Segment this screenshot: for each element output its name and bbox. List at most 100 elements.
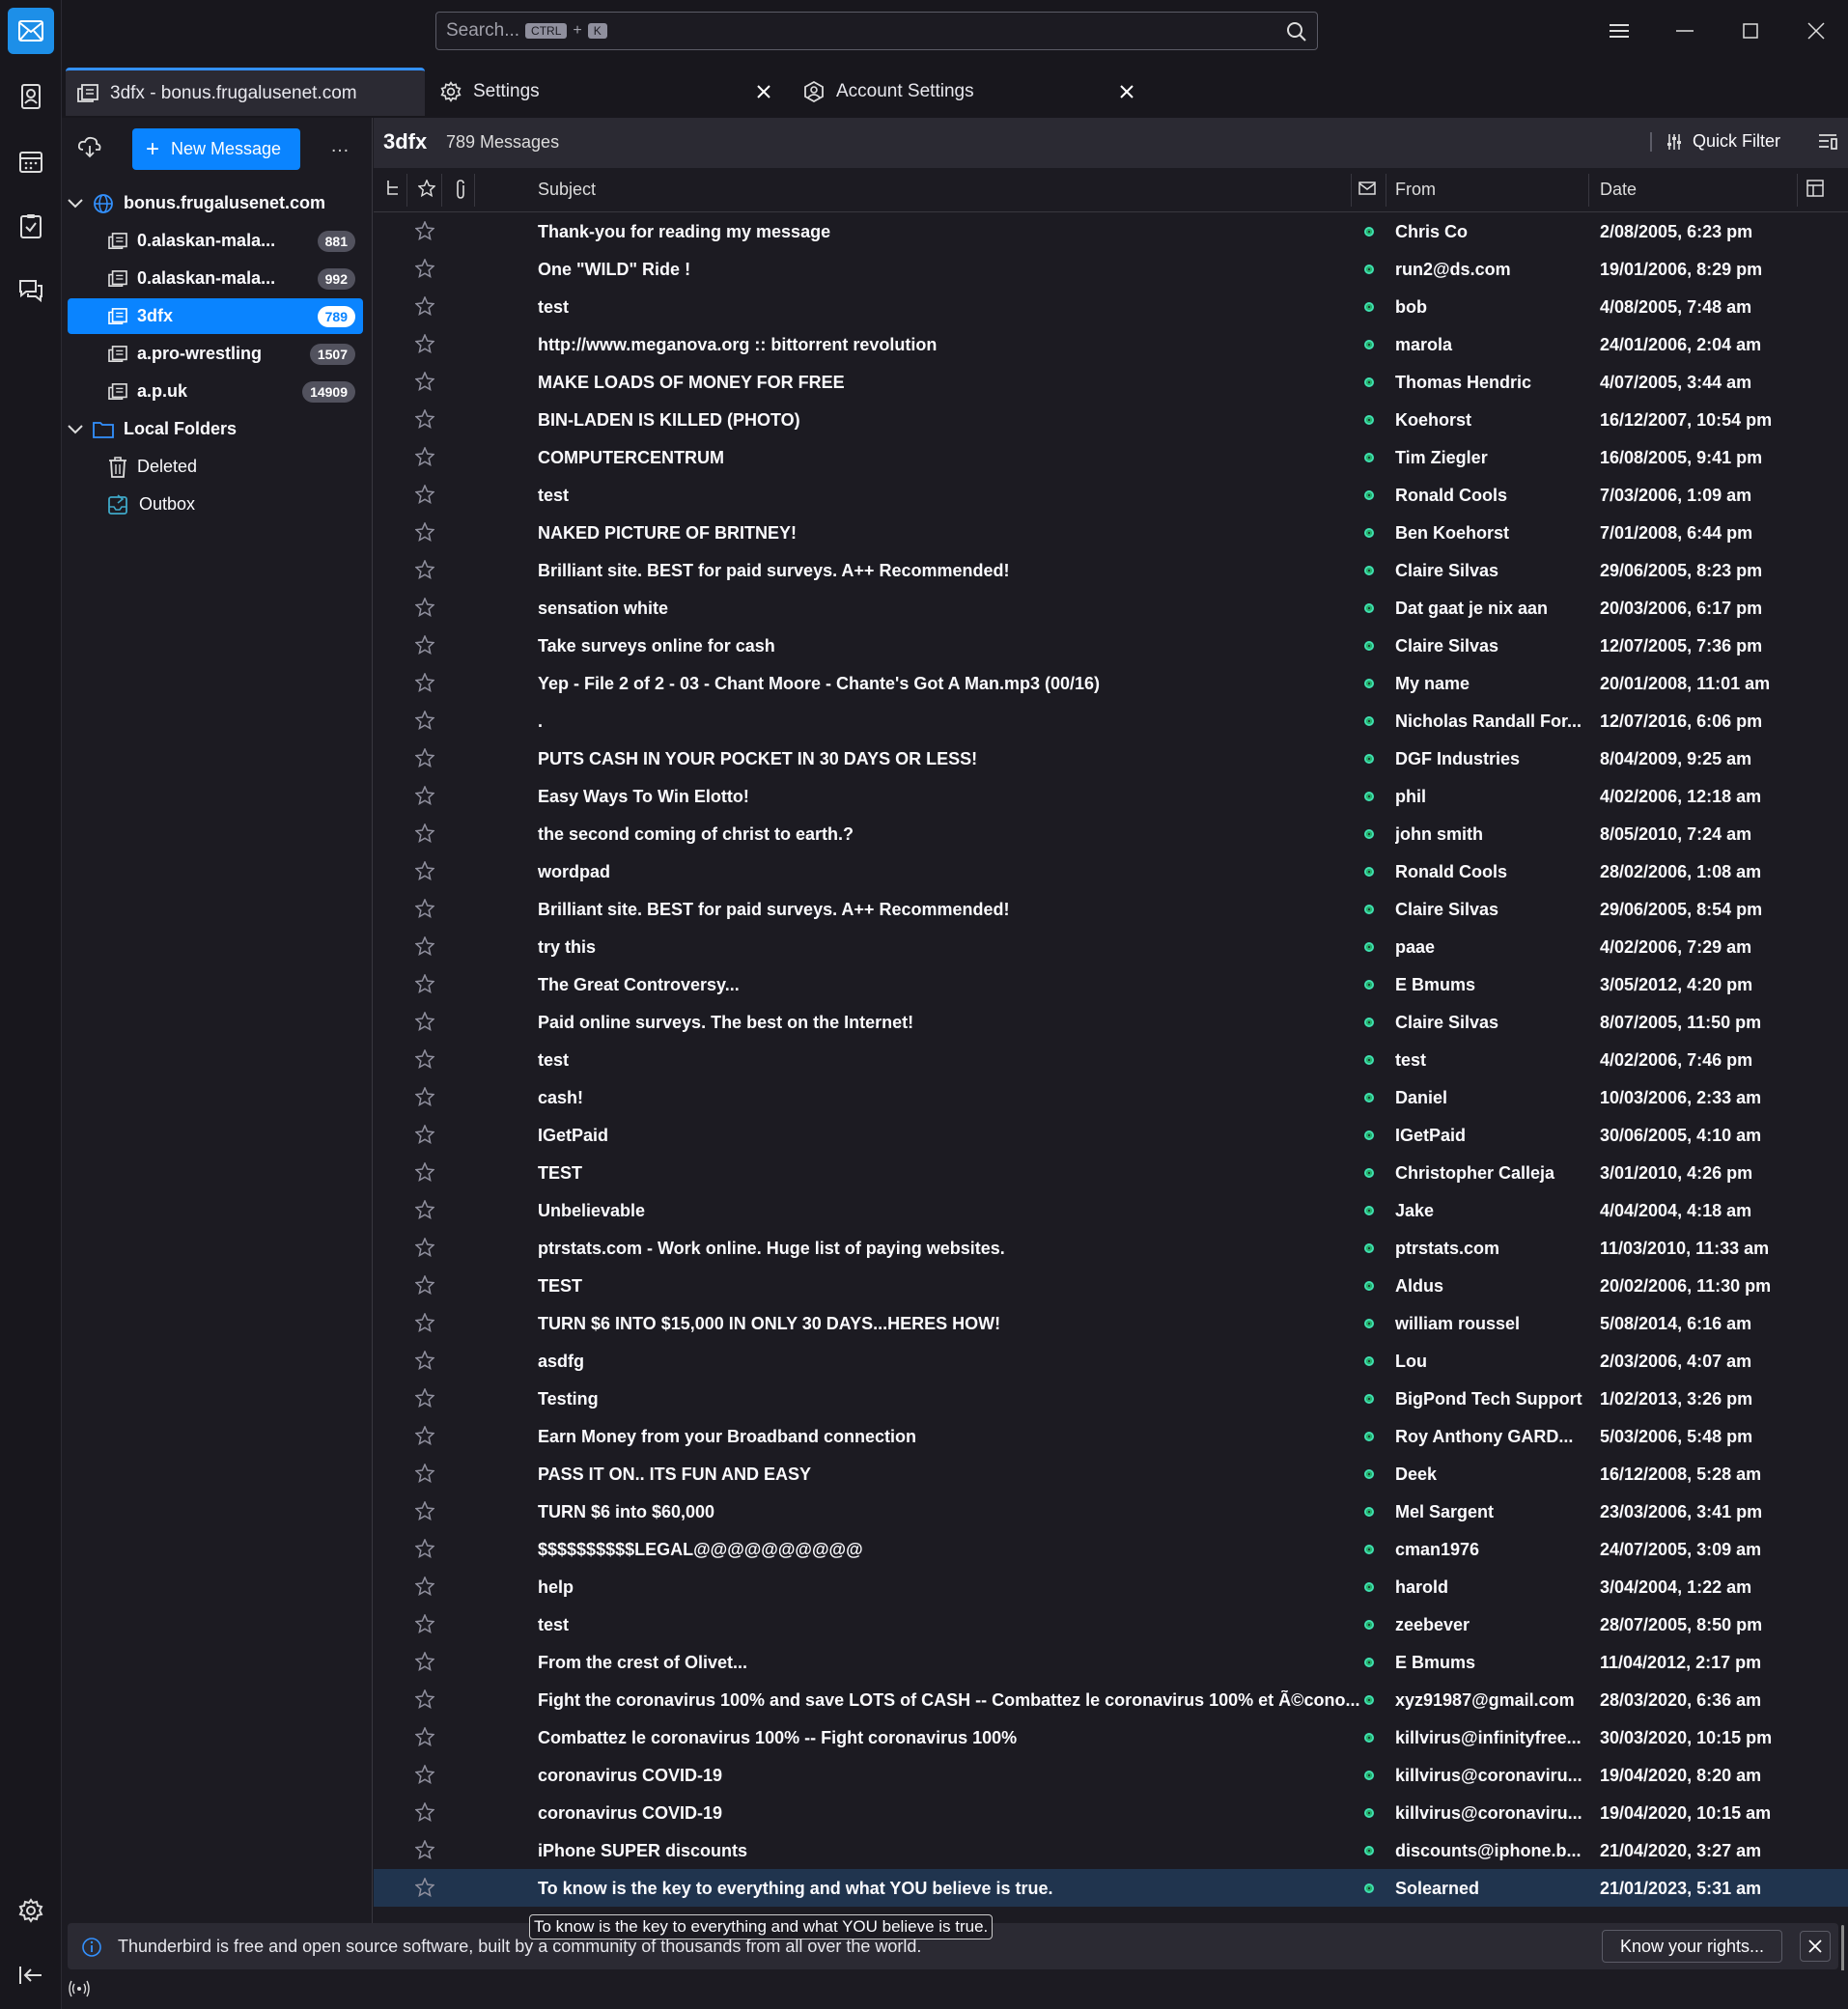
table-row[interactable]: TEST Christopher Calleja 3/01/2010, 4:26 p… bbox=[374, 1154, 1848, 1191]
table-row[interactable]: Earn Money from your Broadband connectio… bbox=[374, 1417, 1848, 1455]
table-row[interactable]: iPhone SUPER discounts discounts@iphone.b… bbox=[374, 1831, 1848, 1869]
star-icon[interactable] bbox=[414, 672, 435, 697]
folder-3dfx[interactable]: 3dfx 789 bbox=[68, 298, 363, 334]
folder-account-bonus-frugalusenet[interactable]: bonus.frugalusenet.com bbox=[68, 185, 363, 221]
table-row[interactable]: the second coming of christ to earth.? jo… bbox=[374, 815, 1848, 852]
close-notification-button[interactable] bbox=[1800, 1931, 1831, 1962]
table-row[interactable]: help harold 3/04/2004, 1:22 am bbox=[374, 1568, 1848, 1605]
collapse-spaces-button[interactable] bbox=[8, 1952, 54, 1998]
from-column-header[interactable]: From bbox=[1395, 180, 1436, 200]
table-row[interactable]: NAKED PICTURE OF BRITNEY! Ben Koehorst 7/0… bbox=[374, 514, 1848, 551]
calendar-space-button[interactable] bbox=[8, 138, 54, 184]
table-row[interactable]: Easy Ways To Win Elotto! phil 4/02/2006, 1… bbox=[374, 777, 1848, 815]
star-icon[interactable] bbox=[414, 823, 435, 848]
star-icon[interactable] bbox=[414, 1839, 435, 1864]
chevron-down-icon[interactable] bbox=[68, 198, 87, 209]
new-message-button[interactable]: + New Message bbox=[132, 128, 300, 170]
table-row[interactable]: Combattez le coronavirus 100% -- Fight c… bbox=[374, 1718, 1848, 1756]
star-icon[interactable] bbox=[414, 521, 435, 546]
close-window-button[interactable] bbox=[1797, 12, 1835, 50]
star-icon[interactable] bbox=[414, 1011, 435, 1036]
table-row[interactable]: Take surveys online for cash Claire Silva… bbox=[374, 627, 1848, 664]
chevron-down-icon[interactable] bbox=[68, 424, 87, 434]
table-row[interactable]: BIN-LADEN IS KILLED (PHOTO) Koehorst 16/12… bbox=[374, 401, 1848, 438]
table-row[interactable]: TEST Aldus 20/02/2006, 11:30 pm bbox=[374, 1267, 1848, 1304]
folder-local-folders[interactable]: Local Folders bbox=[68, 411, 363, 447]
table-row[interactable]: TURN $6 INTO $15,000 IN ONLY 30 DAYS...H… bbox=[374, 1304, 1848, 1342]
star-icon[interactable] bbox=[414, 446, 435, 471]
star-icon[interactable] bbox=[414, 1613, 435, 1638]
table-row[interactable]: test bob 4/08/2005, 7:48 am bbox=[374, 288, 1848, 325]
table-row[interactable]: The Great Controversy... E Bmums 3/05/2012… bbox=[374, 965, 1848, 1003]
folder-alaskan-mala-1[interactable]: 0.alaskan-mala... 881 bbox=[68, 223, 363, 259]
table-row[interactable]: test Ronald Cools 7/03/2006, 1:09 am bbox=[374, 476, 1848, 514]
folder-a-p-uk[interactable]: a.p.uk 14909 bbox=[68, 374, 363, 409]
table-row[interactable]: coronavirus COVID-19 killvirus@coronaviru… bbox=[374, 1794, 1848, 1831]
star-icon[interactable] bbox=[414, 1350, 435, 1375]
subject-column-header[interactable]: Subject bbox=[538, 180, 596, 200]
star-icon[interactable] bbox=[414, 935, 435, 961]
star-icon[interactable] bbox=[414, 295, 435, 321]
star-icon[interactable] bbox=[414, 408, 435, 433]
tab-folder[interactable]: 3dfx - bonus.frugalusenet.com bbox=[66, 68, 425, 116]
star-icon[interactable] bbox=[414, 1576, 435, 1601]
table-row[interactable]: Fight the coronavirus 100% and save LOTS… bbox=[374, 1681, 1848, 1718]
folder-a-pro-wrestling[interactable]: a.pro-wrestling 1507 bbox=[68, 336, 363, 372]
table-row[interactable]: One "WILD" Ride ! run2@ds.com 19/01/2006, … bbox=[374, 250, 1848, 288]
star-icon[interactable] bbox=[414, 1651, 435, 1676]
online-status-icon[interactable] bbox=[68, 1980, 91, 2002]
star-icon[interactable] bbox=[414, 1688, 435, 1714]
correspondent-column-icon[interactable] bbox=[1358, 180, 1376, 200]
table-row[interactable]: To know is the key to everything and wha… bbox=[374, 1869, 1848, 1907]
table-row[interactable]: PUTS CASH IN YOUR POCKET IN 30 DAYS OR L… bbox=[374, 739, 1848, 777]
table-row[interactable]: $$$$$$$$$$LEGAL@@@@@@@@@@ cman1976 24/07/2… bbox=[374, 1530, 1848, 1568]
table-row[interactable]: Paid online surveys. The best on the Int… bbox=[374, 1003, 1848, 1041]
star-icon[interactable] bbox=[414, 1425, 435, 1450]
star-icon[interactable] bbox=[414, 1500, 435, 1525]
star-icon[interactable] bbox=[414, 1312, 435, 1337]
table-row[interactable]: MAKE LOADS OF MONEY FOR FREE Thomas Hendr… bbox=[374, 363, 1848, 401]
star-icon[interactable] bbox=[414, 258, 435, 283]
table-row[interactable]: Brilliant site. BEST for paid surveys. A… bbox=[374, 890, 1848, 928]
table-row[interactable]: wordpad Ronald Cools 28/02/2006, 1:08 am bbox=[374, 852, 1848, 890]
get-messages-button[interactable] bbox=[77, 135, 102, 165]
star-icon[interactable] bbox=[414, 1086, 435, 1111]
display-options-icon[interactable] bbox=[1817, 131, 1838, 157]
star-icon[interactable] bbox=[414, 1124, 435, 1149]
star-icon[interactable] bbox=[414, 1199, 435, 1224]
star-icon[interactable] bbox=[414, 597, 435, 622]
settings-space-button[interactable] bbox=[8, 1887, 54, 1934]
star-icon[interactable] bbox=[414, 1801, 435, 1827]
close-tab-icon[interactable] bbox=[751, 79, 776, 110]
folder-alaskan-mala-2[interactable]: 0.alaskan-mala... 992 bbox=[68, 261, 363, 296]
star-icon[interactable] bbox=[414, 785, 435, 810]
star-icon[interactable] bbox=[414, 333, 435, 358]
maximize-button[interactable] bbox=[1731, 12, 1770, 50]
star-icon[interactable] bbox=[414, 860, 435, 885]
folder-pane-menu-button[interactable]: … bbox=[330, 135, 350, 157]
table-row[interactable]: Unbelievable Jake 4/04/2004, 4:18 am bbox=[374, 1191, 1848, 1229]
table-row[interactable]: cash! Daniel 10/03/2006, 2:33 am bbox=[374, 1078, 1848, 1116]
table-row[interactable]: sensation white Dat gaat je nix aan 20/03/… bbox=[374, 589, 1848, 627]
table-row[interactable]: test zeebever 28/07/2005, 8:50 pm bbox=[374, 1605, 1848, 1643]
app-menu-button[interactable] bbox=[1600, 12, 1638, 50]
date-column-header[interactable]: Date bbox=[1600, 180, 1637, 200]
attachment-column-icon[interactable] bbox=[455, 180, 466, 204]
star-icon[interactable] bbox=[414, 634, 435, 659]
star-icon[interactable] bbox=[414, 710, 435, 735]
star-icon[interactable] bbox=[414, 1463, 435, 1488]
star-icon[interactable] bbox=[414, 1048, 435, 1074]
search-input[interactable]: Search... CTRL + K bbox=[435, 12, 1318, 50]
star-icon[interactable] bbox=[414, 1237, 435, 1262]
tasks-space-button[interactable] bbox=[8, 203, 54, 249]
quick-filter-button[interactable]: Quick Filter bbox=[1649, 131, 1780, 152]
table-row[interactable]: COMPUTERCENTRUM Tim Ziegler 16/08/2005, 9:… bbox=[374, 438, 1848, 476]
mail-space-button[interactable] bbox=[8, 8, 54, 54]
table-row[interactable]: Yep - File 2 of 2 - 03 - Chant Moore - C… bbox=[374, 664, 1848, 702]
star-icon[interactable] bbox=[414, 747, 435, 772]
table-row[interactable]: coronavirus COVID-19 killvirus@coronaviru… bbox=[374, 1756, 1848, 1794]
star-icon[interactable] bbox=[414, 898, 435, 923]
table-row[interactable]: From the crest of Olivet... E Bmums 11/04/… bbox=[374, 1643, 1848, 1681]
table-row[interactable]: asdfg Lou 2/03/2006, 4:07 am bbox=[374, 1342, 1848, 1380]
star-icon[interactable] bbox=[414, 1387, 435, 1412]
